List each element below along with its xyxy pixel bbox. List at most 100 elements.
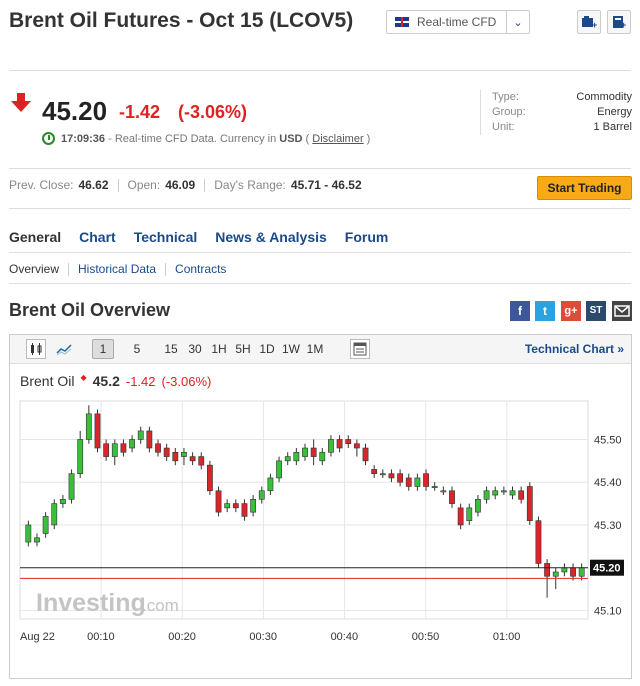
x-tick-label: 00:50 <box>412 631 440 643</box>
meta-label: Type: <box>492 91 519 103</box>
create-alert-button[interactable]: + <box>607 10 631 34</box>
stats-top-divider <box>9 168 631 169</box>
open-value: 46.09 <box>165 178 196 192</box>
interval-15[interactable]: 15 <box>160 340 182 358</box>
y-tick-label: 45.50 <box>594 434 622 446</box>
portfolio-add-icon: + <box>582 16 597 29</box>
area-type-icon[interactable] <box>54 339 74 359</box>
watermark-suffix: .com <box>142 596 179 615</box>
section-title: Brent Oil Overview <box>9 300 171 320</box>
tabs-divider <box>9 252 631 253</box>
quote-timestamp-row: 17:09:36 - Real-time CFD Data. Currency … <box>42 132 370 145</box>
last-price-marker-label: 45.20 <box>593 563 621 575</box>
interval-5h[interactable]: 5H <box>232 340 254 358</box>
watermark-brand: Investing <box>36 589 146 617</box>
realtime-cfd-dropdown[interactable]: Real-time CFD ⌄ <box>386 10 530 34</box>
tab-technical[interactable]: Technical <box>134 229 198 245</box>
price-down-arrow-icon <box>11 93 31 112</box>
candle <box>51 499 58 530</box>
x-tick-label: 00:10 <box>87 631 115 643</box>
stats-divider <box>117 178 119 192</box>
meta-value: Energy <box>597 106 632 118</box>
google-plus-share-icon[interactable]: g+ <box>561 301 581 321</box>
technical-chart-link[interactable]: Technical Chart » <box>525 342 624 356</box>
last-price: 45.20 <box>42 96 108 126</box>
stocktwits-share-icon[interactable]: ST <box>586 301 606 321</box>
disclaimer-link[interactable]: Disclaimer <box>312 133 363 145</box>
cfd-select-label: Real-time CFD <box>417 15 497 29</box>
y-tick-label: 45.10 <box>594 605 622 617</box>
tab-forum[interactable]: Forum <box>345 229 389 245</box>
clock-icon <box>42 132 55 145</box>
email-share-icon[interactable] <box>612 301 632 321</box>
y-tick-label: 45.40 <box>594 477 622 489</box>
meta-row-unit: Unit: 1 Barrel <box>492 120 632 135</box>
meta-value: Commodity <box>576 91 632 103</box>
main-tabs: General Chart Technical News & Analysis … <box>9 229 406 245</box>
price-change: -1.42 <box>119 102 161 122</box>
envelope-icon <box>614 305 630 317</box>
twitter-share-icon[interactable]: t <box>535 301 555 321</box>
x-tick-label: 01:00 <box>493 631 521 643</box>
legend-price: 45.2 <box>92 373 120 389</box>
open-label: Open: <box>127 178 161 192</box>
start-trading-button[interactable]: Start Trading <box>537 176 632 200</box>
chart-settings-icon[interactable] <box>350 339 370 359</box>
stats-bottom-divider <box>9 208 631 209</box>
interval-1d[interactable]: 1D <box>256 340 278 358</box>
instrument-meta: Type: Commodity Group: Energy Unit: 1 Barre… <box>480 90 632 135</box>
meta-row-type: Type: Commodity <box>492 90 632 105</box>
subtab-contracts[interactable]: Contracts <box>175 262 226 276</box>
candle <box>68 469 75 504</box>
subtab-divider <box>68 262 70 276</box>
x-tick-label: 00:40 <box>331 631 359 643</box>
days-range-value: 45.71 - 46.52 <box>290 178 362 192</box>
meta-label: Group: <box>492 106 526 118</box>
legend-change-percent: (-3.06%) <box>161 373 212 389</box>
interval-1w[interactable]: 1W <box>280 340 302 358</box>
facebook-share-icon[interactable]: f <box>510 301 530 321</box>
overview-chart-widget: 1 5 15 30 1H 5H 1D 1W 1M Technical Chart… <box>9 334 632 679</box>
quote-time: 17:09:36 <box>61 132 106 145</box>
tab-general[interactable]: General <box>9 229 61 245</box>
price-change-percent: (-3.06%) <box>178 102 248 122</box>
x-tick-label: 00:20 <box>168 631 196 643</box>
quote-time-text: - Real-time CFD Data. Currency in <box>108 132 277 145</box>
subtab-overview[interactable]: Overview <box>9 262 59 276</box>
uk-flag-icon <box>395 17 409 27</box>
chevron-down-icon: ⌄ <box>513 16 523 29</box>
x-tick-label: Aug 22 <box>20 631 55 643</box>
quote-stats: Prev. Close: 46.62 Open: 46.09 Day's Range… <box>9 178 362 192</box>
svg-text:+: + <box>621 20 626 29</box>
prev-close-label: Prev. Close: <box>9 178 74 192</box>
interval-5[interactable]: 5 <box>126 340 148 358</box>
interval-1h[interactable]: 1H <box>208 340 230 358</box>
sub-tabs: Overview Historical Data Contracts <box>9 262 226 276</box>
page-title: Brent Oil Futures - Oct 15 (LCOV5) <box>9 9 354 32</box>
candlestick-chart[interactable]: Investing .com 45.20 45.50 45.40 45.30 45.1… <box>10 393 631 678</box>
meta-value: 1 Barrel <box>593 121 632 133</box>
meta-label: Unit: <box>492 121 515 133</box>
legend-name: Brent Oil <box>20 373 75 389</box>
prev-close-value: 46.62 <box>78 178 109 192</box>
add-to-portfolio-button[interactable]: + <box>577 10 601 34</box>
candle <box>535 516 542 568</box>
alert-add-icon: + <box>613 16 626 29</box>
legend-down-icon: ◆ <box>80 372 87 382</box>
interval-30[interactable]: 30 <box>184 340 206 358</box>
days-range-label: Day's Range: <box>214 178 286 192</box>
interval-1[interactable]: 1 <box>92 339 114 359</box>
tab-news-analysis[interactable]: News & Analysis <box>215 229 327 245</box>
subtabs-divider <box>9 283 631 284</box>
subtab-historical-data[interactable]: Historical Data <box>78 262 156 276</box>
tab-chart[interactable]: Chart <box>79 229 116 245</box>
interval-1m[interactable]: 1M <box>304 340 326 358</box>
candle <box>526 482 533 525</box>
svg-text:+: + <box>592 20 597 29</box>
stats-divider <box>204 178 206 192</box>
x-tick-label: 00:30 <box>249 631 277 643</box>
candle <box>215 486 222 517</box>
candlestick-type-icon[interactable] <box>26 339 46 359</box>
candle <box>206 460 213 496</box>
meta-row-group: Group: Energy <box>492 105 632 120</box>
